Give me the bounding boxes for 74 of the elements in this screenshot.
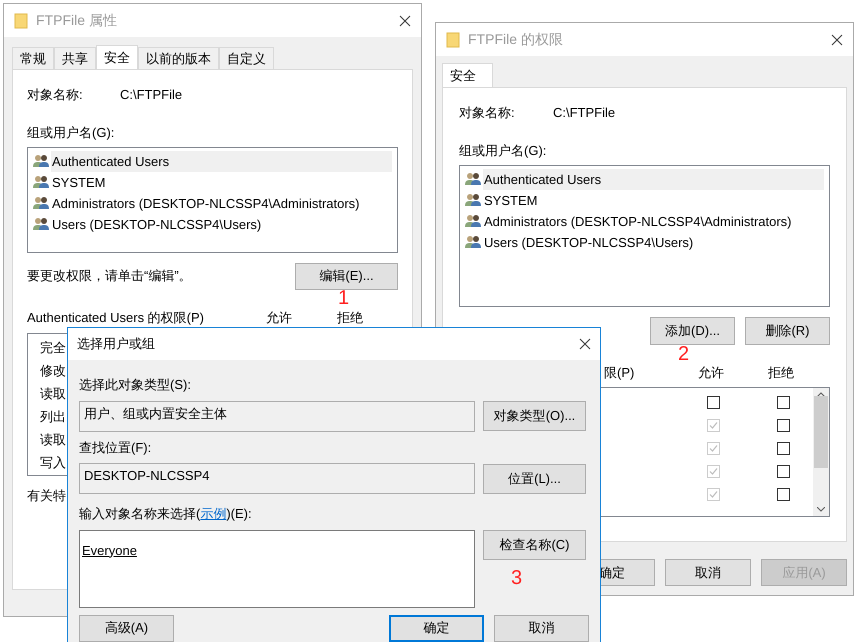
user-group-icon: [33, 154, 49, 168]
edit-button[interactable]: 编辑(E)...: [295, 262, 398, 290]
permission-name: 列出: [40, 408, 66, 426]
tab[interactable]: 安全: [442, 63, 493, 88]
scroll-up-icon[interactable]: [817, 392, 825, 397]
user-group-icon: [465, 172, 481, 186]
scrollbar[interactable]: [813, 388, 829, 516]
remove-button[interactable]: 删除(R): [745, 316, 830, 344]
user-group-icon: [33, 217, 49, 231]
dialog-button[interactable]: 取消: [665, 559, 751, 586]
window-title: 选择用户或组: [77, 335, 156, 354]
object-name-value: C:\FTPFile: [120, 86, 182, 103]
permission-name: 读取: [40, 385, 66, 403]
deny-header: 拒绝: [337, 308, 363, 326]
user-group-icon: [33, 196, 49, 210]
tab[interactable]: 常规: [12, 47, 54, 70]
scroll-down-icon[interactable]: [817, 507, 825, 512]
permission-name: 完全: [40, 339, 66, 357]
object-names-label: 输入对象名称来选择(示例)(E):: [79, 505, 253, 523]
tab[interactable]: 以前的版本: [138, 47, 219, 70]
user-group-icon: [465, 214, 481, 228]
permission-name: 写入: [40, 454, 66, 472]
group-list-item[interactable]: Authenticated Users: [483, 168, 824, 190]
object-type-field: 用户、组或内置安全主体: [79, 400, 475, 432]
scrollbar-thumb[interactable]: [814, 396, 828, 468]
dialog-button[interactable]: 取消: [494, 614, 589, 642]
checkbox[interactable]: [777, 465, 790, 478]
dialog-button[interactable]: 对象类型(O)...: [483, 401, 586, 431]
user-group-icon: [465, 193, 481, 207]
annotation-number: 3: [511, 568, 522, 588]
checkbox[interactable]: [707, 396, 720, 409]
permission-name: 读取: [40, 431, 66, 449]
edit-hint: 要更改权限，请单击“编辑”。: [27, 267, 192, 286]
object-name-label: 对象名称:: [459, 104, 516, 121]
folder-icon: [446, 32, 460, 48]
checkbox[interactable]: [777, 442, 790, 455]
user-group-icon: [465, 235, 481, 249]
tab[interactable]: 自定义: [219, 47, 274, 70]
add-button[interactable]: 添加(D)...: [650, 316, 735, 344]
group-list-item[interactable]: Authenticated Users: [51, 150, 392, 172]
groups-label: 组或用户名(G):: [27, 124, 116, 142]
close-icon[interactable]: [399, 14, 411, 26]
special-permissions-note: 有关特: [27, 487, 67, 505]
allow-header: 允许: [698, 364, 725, 382]
annotation-number: 2: [678, 344, 690, 364]
object-name-label: 对象名称:: [27, 86, 84, 103]
dialog-button[interactable]: 确定: [388, 614, 484, 642]
groups-label: 组或用户名(G):: [459, 142, 548, 160]
examples-link[interactable]: 示例: [200, 506, 226, 521]
close-icon[interactable]: [831, 34, 843, 46]
dialog-button[interactable]: 高级(A): [79, 614, 174, 642]
permissions-label: Authenticated Users 的权限(P): [27, 308, 206, 327]
dialog-button[interactable]: 位置(L)...: [483, 464, 586, 494]
checkbox[interactable]: [777, 396, 790, 409]
deny-header: 拒绝: [768, 364, 794, 382]
object-names-field[interactable]: Everyone: [79, 530, 475, 608]
location-label: 查找位置(F):: [79, 438, 152, 457]
folder-icon: [14, 12, 28, 28]
permissions-label: 限(P): [603, 364, 636, 382]
location-field: DESKTOP-NLCSSP4: [79, 463, 475, 494]
dialog-button[interactable]: 检查名称(C): [483, 530, 586, 560]
object-name-value: C:\FTPFile: [553, 104, 616, 121]
annotation-number: 1: [338, 288, 350, 308]
object-type-label: 选择此对象类型(S):: [79, 376, 192, 394]
checkbox[interactable]: [777, 488, 790, 501]
tab[interactable]: 安全: [96, 45, 138, 70]
permission-name: 修改: [40, 362, 66, 380]
checkbox[interactable]: [777, 419, 790, 432]
user-group-icon: [33, 175, 49, 189]
window-title: FTPFile 属性: [36, 11, 118, 30]
tab[interactable]: 共享: [54, 47, 96, 70]
allow-header: 允许: [266, 308, 293, 326]
window-title: FTPFile 的权限: [468, 30, 564, 49]
close-icon[interactable]: [579, 338, 591, 350]
